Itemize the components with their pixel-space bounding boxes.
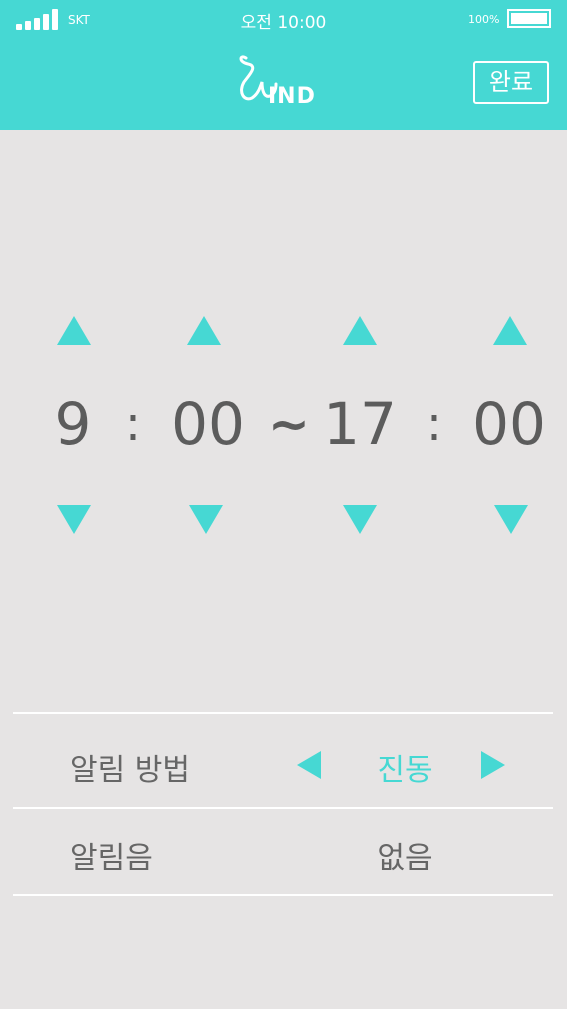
alert-sound-label[interactable]: 알림음: [70, 833, 153, 877]
start-minute-up-button[interactable]: [187, 316, 221, 345]
battery-icon: [507, 9, 551, 28]
end-minute: 00: [472, 390, 546, 458]
battery-percent: 100%: [468, 13, 500, 26]
alert-method-value: 진동: [377, 753, 433, 788]
logo-text: IND: [268, 84, 316, 109]
start-hour-down-button[interactable]: [57, 505, 91, 534]
end-minute-down-button[interactable]: [494, 505, 528, 534]
end-hour: 17: [323, 390, 397, 458]
divider: [13, 712, 553, 714]
alert-sound-value[interactable]: 없음: [345, 833, 465, 877]
start-minute: 00: [171, 390, 245, 458]
alert-method-label: 알림 방법: [70, 753, 190, 788]
range-separator: ~: [268, 395, 310, 453]
app-header: SKT 오전 10:00 100% IND 완료: [0, 0, 567, 130]
start-colon: :: [124, 396, 142, 452]
end-hour-down-button[interactable]: [343, 505, 377, 534]
end-minute-up-button[interactable]: [493, 316, 527, 345]
divider: [13, 894, 553, 896]
end-hour-up-button[interactable]: [343, 316, 377, 345]
alert-method-next-button[interactable]: [481, 751, 505, 779]
end-colon: :: [425, 396, 443, 452]
start-minute-down-button[interactable]: [189, 505, 223, 534]
alert-method-prev-button[interactable]: [297, 751, 321, 779]
status-bar: SKT 오전 10:00 100%: [0, 0, 567, 38]
start-hour: 9: [54, 390, 92, 458]
start-hour-up-button[interactable]: [57, 316, 91, 345]
done-button[interactable]: 완료: [473, 61, 549, 104]
divider: [13, 807, 553, 809]
